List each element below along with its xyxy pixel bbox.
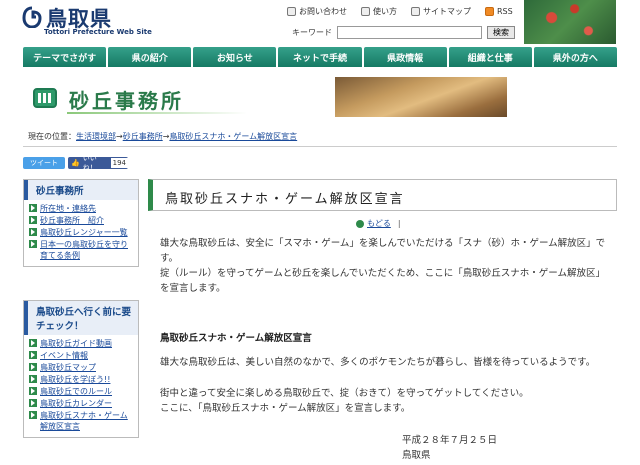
back-link[interactable]: もどる | bbox=[356, 218, 401, 229]
back-icon bbox=[356, 219, 364, 228]
declaration-paragraph-2: 街中と違って安全に楽しめる鳥取砂丘で、掟（おきて）を守ってゲットしてください。 bbox=[160, 388, 529, 399]
nav-theme[interactable]: テーマでさがす bbox=[23, 47, 107, 67]
utility-links: お問い合わせ 使い方 サイトマップ RSS bbox=[287, 6, 513, 17]
global-nav: テーマでさがす 県の紹介 お知らせ ネットで手続 県政情報 組織と仕事 県外の方… bbox=[23, 47, 617, 67]
search-input[interactable] bbox=[337, 26, 482, 39]
declaration-paragraph-3: ここに、「鳥取砂丘スナホ・ゲーム解放区」を宣言します。 bbox=[160, 403, 411, 414]
sidebar-item-game-zone[interactable]: 鳥取砂丘スナホ・ゲーム解放区宣言 bbox=[29, 410, 134, 432]
nav-outside-visitors[interactable]: 県外の方へ bbox=[533, 47, 617, 67]
sidebar-item-rangers[interactable]: 鳥取砂丘レンジャー一覧 bbox=[29, 227, 134, 238]
sidebar-item-guide-video[interactable]: 鳥取砂丘ガイド動画 bbox=[29, 338, 134, 349]
sidebar-office-list: 所在地・連絡先 砂丘事務所 紹介 鳥取砂丘レンジャー一覧 日本一の鳥取砂丘を守り… bbox=[24, 200, 138, 266]
building-icon bbox=[33, 88, 57, 108]
nav-prefecture-intro[interactable]: 県の紹介 bbox=[108, 47, 192, 67]
sidebar-office-heading: 砂丘事務所 bbox=[24, 180, 138, 200]
arrow-right-icon bbox=[29, 375, 37, 383]
breadcrumb-link-current[interactable]: 鳥取砂丘スナホ・ゲーム解放区宣言 bbox=[169, 132, 297, 141]
sidebar-item-office-intro[interactable]: 砂丘事務所 紹介 bbox=[29, 215, 134, 226]
sidebar-item-ordinance[interactable]: 日本一の鳥取砂丘を守り育てる条例 bbox=[29, 239, 134, 261]
tottori-logo-icon[interactable] bbox=[22, 6, 42, 28]
search-button[interactable]: 検索 bbox=[487, 26, 515, 39]
page-title: 鳥取砂丘スナホ・ゲーム解放区宣言 bbox=[165, 192, 405, 207]
rss-icon bbox=[485, 7, 494, 16]
arrow-right-icon bbox=[29, 216, 37, 224]
arrow-right-icon bbox=[29, 240, 37, 248]
arrow-right-icon bbox=[29, 387, 37, 395]
sitemap-icon bbox=[411, 7, 420, 16]
sidebar-check-list: 鳥取砂丘ガイド動画 イベント情報 鳥取砂丘マップ 鳥取砂丘を学ぼう!! 鳥取砂丘… bbox=[24, 335, 138, 437]
breadcrumb-divider bbox=[23, 146, 617, 147]
intro-paragraph-1: 雄大な鳥取砂丘は、安全に「スマホ・ゲーム」を楽しんでいただける「スナ（砂）ホ・ゲ… bbox=[160, 238, 606, 264]
arrow-right-icon bbox=[29, 351, 37, 359]
arrow-right-icon bbox=[29, 228, 37, 236]
page-title-box: 鳥取砂丘スナホ・ゲーム解放区宣言 bbox=[148, 179, 617, 211]
sidebar-item-events[interactable]: イベント情報 bbox=[29, 350, 134, 361]
mail-icon bbox=[287, 7, 296, 16]
nav-government-info[interactable]: 県政情報 bbox=[363, 47, 447, 67]
sand-dune-photo bbox=[335, 77, 507, 117]
sidebar-check-box: 鳥取砂丘へ行く前に要チェック！ 鳥取砂丘ガイド動画 イベント情報 鳥取砂丘マップ… bbox=[23, 300, 139, 438]
sidebar-item-calendar[interactable]: 鳥取砂丘カレンダー bbox=[29, 398, 134, 409]
breadcrumb-link-office[interactable]: 砂丘事務所 bbox=[123, 132, 163, 141]
rss-link[interactable]: RSS bbox=[485, 6, 513, 17]
banner-title: 砂丘事務所 bbox=[69, 89, 184, 113]
breadcrumb: 現在の位置：生活環境部→砂丘事務所→鳥取砂丘スナホ・ゲーム解放区宣言 bbox=[28, 132, 298, 141]
contact-link[interactable]: お問い合わせ bbox=[287, 6, 347, 17]
nav-news[interactable]: お知らせ bbox=[193, 47, 277, 67]
declaration-heading: 鳥取砂丘スナホ・ゲーム解放区宣言 bbox=[160, 333, 312, 344]
banner-underline bbox=[67, 112, 247, 114]
header-flower-photo bbox=[524, 0, 616, 44]
declaration-date: 平成２８年７月２５日 bbox=[402, 435, 498, 446]
tweet-button[interactable]: ツイート bbox=[23, 157, 65, 169]
nav-organization[interactable]: 組織と仕事 bbox=[448, 47, 532, 67]
help-icon bbox=[361, 7, 370, 16]
help-link[interactable]: 使い方 bbox=[361, 6, 397, 17]
nav-online-procedures[interactable]: ネットで手続 bbox=[278, 47, 362, 67]
sitemap-link[interactable]: サイトマップ bbox=[411, 6, 471, 17]
thumbs-up-icon: 👍 bbox=[71, 159, 80, 167]
search-area: キーワード 検索 bbox=[292, 26, 515, 39]
sidebar-item-map[interactable]: 鳥取砂丘マップ bbox=[29, 362, 134, 373]
site-header: 鳥取県 Tottori Prefecture Web Site お問い合わせ 使… bbox=[0, 0, 640, 44]
arrow-right-icon bbox=[29, 204, 37, 212]
like-count: 194 bbox=[110, 158, 128, 168]
search-label: キーワード bbox=[292, 28, 332, 37]
sidebar-item-learn[interactable]: 鳥取砂丘を学ぼう!! bbox=[29, 374, 134, 385]
sidebar-check-heading: 鳥取砂丘へ行く前に要チェック！ bbox=[24, 301, 138, 335]
facebook-like-button[interactable]: 👍 いいね！ 194 bbox=[68, 154, 128, 172]
sidebar-item-location[interactable]: 所在地・連絡先 bbox=[29, 203, 134, 214]
arrow-right-icon bbox=[29, 339, 37, 347]
sidebar-office-box: 砂丘事務所 所在地・連絡先 砂丘事務所 紹介 鳥取砂丘レンジャー一覧 日本一の鳥… bbox=[23, 179, 139, 267]
arrow-right-icon bbox=[29, 399, 37, 407]
declaration-paragraph-1: 雄大な鳥取砂丘は、美しい自然のなかで、多くのポケモンたちが暮らし、皆様を待ってい… bbox=[160, 357, 596, 368]
arrow-right-icon bbox=[29, 411, 37, 419]
site-logo-subtitle: Tottori Prefecture Web Site bbox=[44, 28, 152, 36]
sidebar-item-rules[interactable]: 鳥取砂丘でのルール bbox=[29, 386, 134, 397]
breadcrumb-link-env[interactable]: 生活環境部 bbox=[76, 132, 116, 141]
arrow-right-icon bbox=[29, 363, 37, 371]
declaration-signer: 鳥取県 bbox=[402, 450, 431, 461]
intro-paragraph-2: 掟（ルール）を守ってゲームと砂丘を楽しんでいただくため、ここに「鳥取砂丘スナホ・… bbox=[160, 268, 605, 294]
office-banner: 砂丘事務所 bbox=[23, 77, 617, 121]
